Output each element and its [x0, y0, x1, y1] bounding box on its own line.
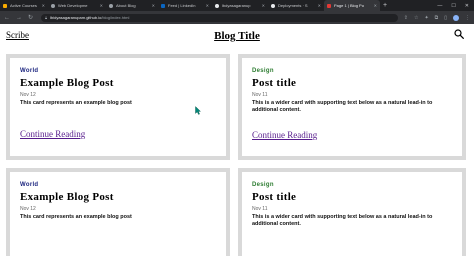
tab-label: Active Courses — [10, 3, 37, 8]
post-date: Nov 11 — [252, 92, 268, 98]
blog-header: Scribe Blog Title — [0, 24, 474, 48]
browser-tab-bar: Active Courses ✕ Web Developme ✕ About B… — [0, 0, 474, 11]
search-icon[interactable] — [454, 29, 464, 39]
browser-tab-active[interactable]: Page 1 | Blog Po ✕ — [324, 0, 380, 11]
post-excerpt: This is a wider card with supporting tex… — [252, 214, 433, 227]
browser-toolbar: ← → ↻ 🔒︎ lbidyasagaranupam.github.io/blo… — [0, 11, 474, 24]
browser-tab[interactable]: Deployments · S ✕ — [268, 0, 324, 11]
browser-tab[interactable]: lbdyasagaranup ✕ — [212, 0, 268, 11]
tab-favicon-icon — [51, 3, 55, 8]
close-window-icon[interactable]: ✕ — [465, 3, 469, 9]
post-excerpt: This card represents an example blog pos… — [20, 100, 132, 106]
post-date: Nov 12 — [20, 206, 36, 212]
window-controls: — ☐ ✕ — [437, 0, 474, 11]
reload-icon[interactable]: ↻ — [28, 14, 33, 21]
post-card: Design Post title Nov 11 This is a wider… — [238, 54, 466, 160]
close-tab-icon[interactable]: ✕ — [100, 3, 103, 8]
lock-icon: 🔒︎ — [45, 15, 48, 20]
bookmark-star-icon[interactable]: ☆ — [414, 15, 418, 21]
tab-favicon-icon — [327, 3, 331, 8]
tab-label: Deployments · S — [278, 3, 308, 8]
post-card: World Example Blog Post Nov 12 This card… — [6, 168, 230, 256]
maximize-icon[interactable]: ☐ — [451, 3, 455, 9]
github-icon — [215, 3, 219, 8]
tab-label: Web Developme — [58, 3, 88, 8]
extension-icon[interactable]: ✦ — [424, 15, 428, 21]
post-title: Post title — [252, 191, 297, 203]
url-host: lbidyasagaranupam.github.io — [50, 15, 102, 20]
tab-label: Page 1 | Blog Po — [334, 3, 364, 8]
close-tab-icon[interactable]: ✕ — [152, 3, 155, 8]
close-tab-icon[interactable]: ✕ — [42, 3, 45, 8]
back-icon[interactable]: ← — [4, 15, 10, 21]
tab-label: Feed | LinkedIn — [168, 3, 196, 8]
tab-label: About Blog — [116, 3, 136, 8]
tab-favicon-icon — [109, 3, 113, 8]
browser-tab[interactable]: About Blog ✕ — [106, 0, 158, 11]
post-title: Example Blog Post — [20, 191, 114, 203]
sidebar-icon[interactable]: ▯ — [444, 15, 447, 21]
mouse-pointer-icon — [195, 106, 201, 115]
continue-reading-link[interactable]: Continue Reading — [252, 130, 317, 140]
post-date: Nov 11 — [252, 206, 268, 212]
github-icon — [271, 3, 275, 8]
page-title[interactable]: Blog Title — [0, 30, 474, 42]
tab-favicon-icon — [3, 3, 7, 8]
post-excerpt: This card represents an example blog pos… — [20, 214, 132, 220]
extensions-puzzle-icon[interactable]: ⧉ — [435, 15, 439, 21]
browser-tab[interactable]: Web Developme ✕ — [48, 0, 106, 11]
post-title: Example Blog Post — [20, 77, 114, 89]
close-tab-icon[interactable]: ✕ — [318, 3, 321, 8]
close-tab-icon[interactable]: ✕ — [374, 3, 377, 8]
post-card: Design Post title Nov 11 This is a wider… — [238, 168, 466, 256]
post-excerpt: This is a wider card with supporting tex… — [252, 100, 433, 113]
post-category: Design — [252, 68, 274, 74]
close-tab-icon[interactable]: ✕ — [262, 3, 265, 8]
tab-label: lbdyasagaranup — [222, 3, 251, 8]
tab-favicon-icon — [161, 3, 165, 8]
post-category: Design — [252, 182, 274, 188]
forward-icon[interactable]: → — [16, 15, 22, 21]
post-title: Post title — [252, 77, 297, 89]
menu-kebab-icon[interactable]: ⋮ — [465, 15, 470, 21]
share-icon[interactable]: ⇪ — [404, 15, 408, 21]
post-category: World — [20, 68, 39, 74]
address-bar[interactable]: 🔒︎ lbidyasagaranupam.github.io/blog/inde… — [41, 13, 398, 22]
new-tab-button[interactable]: + — [380, 0, 390, 11]
minimize-icon[interactable]: — — [437, 3, 442, 9]
continue-reading-link[interactable]: Continue Reading — [20, 129, 85, 139]
post-date: Nov 12 — [20, 92, 36, 98]
profile-avatar[interactable] — [453, 14, 459, 21]
browser-tab[interactable]: Active Courses ✕ — [0, 0, 48, 11]
close-tab-icon[interactable]: ✕ — [206, 3, 209, 8]
url-path: /blog/index.html — [101, 15, 130, 20]
page-viewport: Scribe Blog Title World Example Blog Pos… — [0, 24, 474, 256]
browser-tab[interactable]: Feed | LinkedIn ✕ — [158, 0, 212, 11]
post-category: World — [20, 182, 39, 188]
